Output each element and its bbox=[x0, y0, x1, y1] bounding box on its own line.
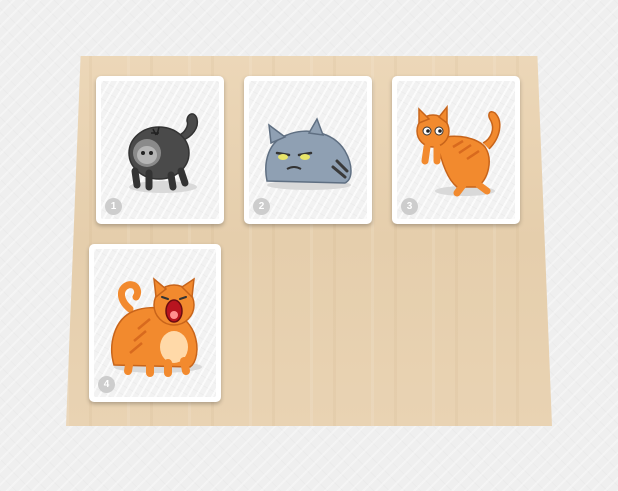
cat-card-4[interactable]: 4 bbox=[89, 244, 221, 402]
card-face: 3 bbox=[397, 81, 515, 219]
card-face: 2 bbox=[249, 81, 367, 219]
card-face: 1 bbox=[101, 81, 219, 219]
card-number-badge: 3 bbox=[401, 198, 418, 215]
card-number-badge: 4 bbox=[98, 376, 115, 393]
orange-cat-leaping-icon bbox=[416, 104, 501, 197]
cat-card-2[interactable]: 2 bbox=[244, 76, 372, 224]
card-face: 4 bbox=[94, 249, 216, 397]
black-cat-icon bbox=[128, 113, 199, 193]
card-number-badge: 2 bbox=[253, 198, 270, 215]
cat-card-1[interactable]: 1 bbox=[96, 76, 224, 224]
grumpy-gray-cat-icon bbox=[265, 117, 352, 190]
orange-cat-yawning-icon bbox=[111, 277, 202, 377]
cat-card-3[interactable]: 3 bbox=[392, 76, 520, 224]
card-number-badge: 1 bbox=[105, 198, 122, 215]
